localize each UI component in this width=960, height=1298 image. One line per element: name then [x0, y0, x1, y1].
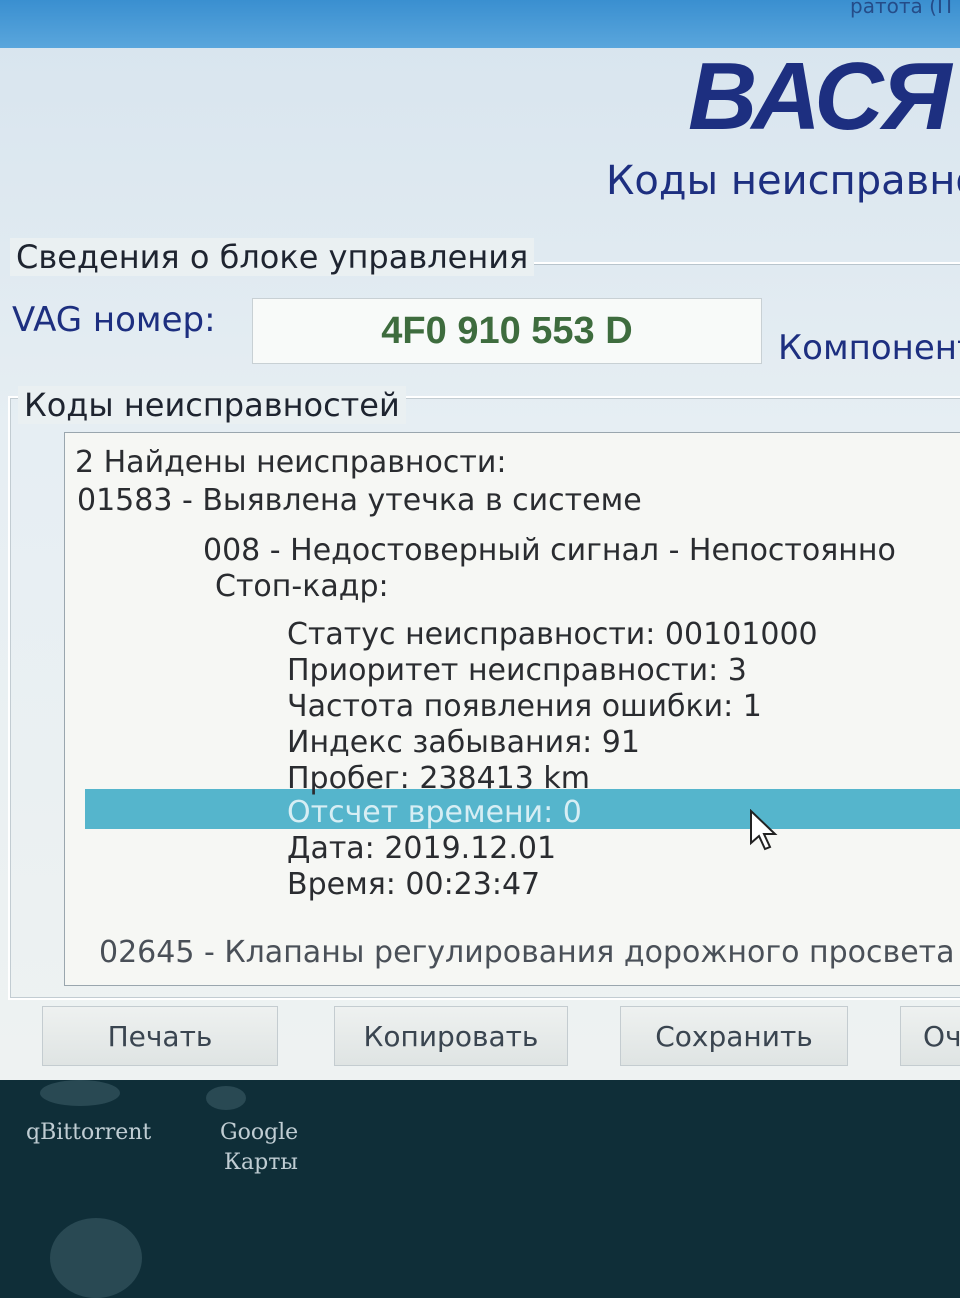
- fault-frequency-line[interactable]: Частота появления ошибки: 1: [287, 689, 762, 724]
- title-bar-text: ратота (П: [850, 0, 952, 18]
- app-title: ВАСЯ: [688, 43, 952, 150]
- time-line[interactable]: Время: 00:23:47: [287, 867, 540, 902]
- print-button[interactable]: Печать: [42, 1006, 278, 1066]
- google-maps-icon-label-1[interactable]: Google: [220, 1120, 298, 1145]
- copy-button[interactable]: Копировать: [334, 1006, 568, 1066]
- freeze-frame-line[interactable]: Стоп-кадр:: [215, 569, 389, 604]
- save-button[interactable]: Сохранить: [620, 1006, 848, 1066]
- control-unit-section-label: Сведения о блоке управления: [10, 238, 535, 276]
- qbittorrent-icon-label[interactable]: qBittorrent: [26, 1120, 151, 1145]
- google-maps-app-icon[interactable]: [206, 1086, 246, 1110]
- fault-codes-list[interactable]: 2 Найдены неисправности: 01583 - Выявлен…: [64, 432, 960, 986]
- title-bar: ратота (П: [0, 0, 960, 48]
- fault-code-01583[interactable]: 01583 - Выявлена утечка в системе: [77, 483, 642, 518]
- clear-button[interactable]: Оч: [900, 1006, 960, 1066]
- viber-app-icon[interactable]: [50, 1218, 142, 1298]
- vag-number-value: 4F0 910 553 D: [381, 309, 633, 352]
- vag-number-label: VAG номер:: [12, 300, 216, 340]
- time-count-line[interactable]: Отсчет времени: 0: [287, 795, 582, 830]
- fault-status-line[interactable]: Статус неисправности: 00101000: [287, 617, 818, 652]
- mouse-cursor-icon: [750, 809, 778, 851]
- vcds-window: ратота (П ВАСЯ Коды неисправнос Сведения…: [0, 0, 960, 1080]
- fault-subtype-line[interactable]: 008 - Недостоверный сигнал - Непостоянно: [203, 533, 896, 568]
- mileage-line[interactable]: Пробег: 238413 km: [287, 761, 590, 796]
- fault-code-02645[interactable]: 02645 - Клапаны регулирования дорожного …: [99, 935, 955, 970]
- component-label: Компонент:: [778, 328, 960, 368]
- page-subtitle: Коды неисправнос: [606, 158, 960, 204]
- date-line[interactable]: Дата: 2019.12.01: [287, 831, 556, 866]
- fault-codes-section-label: Коды неисправностей: [18, 386, 406, 424]
- fault-priority-line[interactable]: Приоритет неисправности: 3: [287, 653, 747, 688]
- forget-index-line[interactable]: Индекс забывания: 91: [287, 725, 640, 760]
- qbittorrent-app-icon[interactable]: [40, 1080, 120, 1106]
- vag-number-field: 4F0 910 553 D: [252, 298, 762, 364]
- google-maps-icon-label-2[interactable]: Карты: [224, 1150, 298, 1175]
- fault-count-line[interactable]: 2 Найдены неисправности:: [75, 445, 506, 480]
